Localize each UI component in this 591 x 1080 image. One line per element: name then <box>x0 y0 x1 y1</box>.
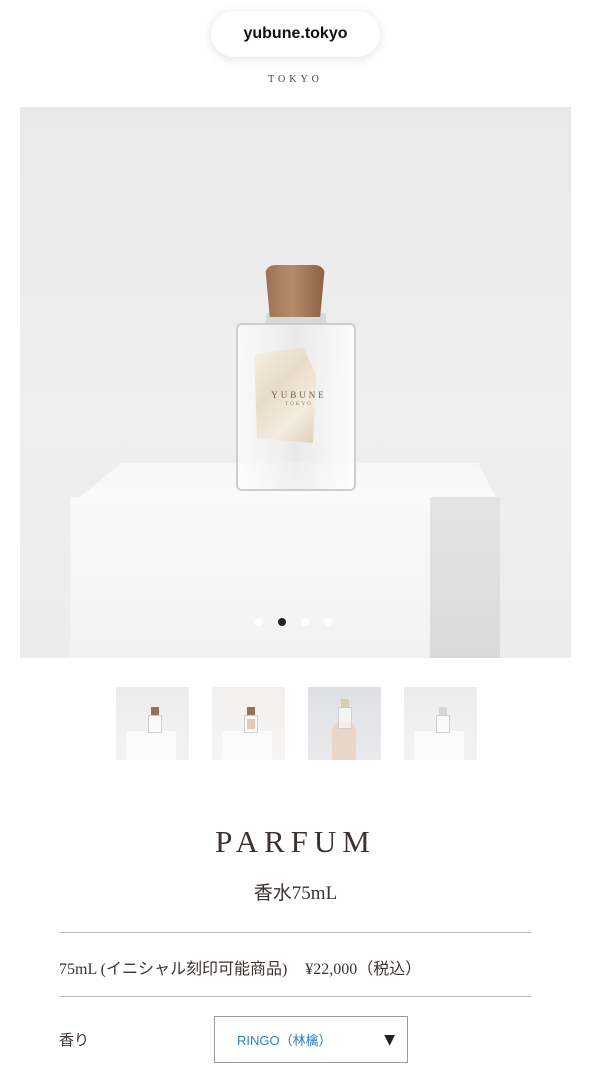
carousel-dot-active[interactable] <box>278 618 286 626</box>
bottle-cap <box>265 265 325 317</box>
url-text: yubune.tokyo <box>243 25 348 42</box>
chevron-down-icon: ▼ <box>384 1031 395 1048</box>
thumbnail-2[interactable] <box>212 687 285 760</box>
brand-tagline: TOKYO <box>268 74 323 85</box>
thumbnail-4[interactable] <box>404 687 477 760</box>
thumbnail-1[interactable] <box>116 687 189 760</box>
product-title: PARFUM <box>215 824 376 859</box>
variant-text: 75mL (イニシャル刻印可能商品) <box>59 961 288 978</box>
price-text: ¥22,000（税込） <box>305 961 422 978</box>
product-image-carousel[interactable]: YUBUNE TOKYO <box>20 107 571 658</box>
pedestal-front <box>70 497 430 658</box>
carousel-dot[interactable] <box>255 618 263 626</box>
thumbnail-strip <box>116 687 477 760</box>
carousel-dots <box>255 618 332 626</box>
carousel-dot[interactable] <box>324 618 332 626</box>
bottle-label-text: YUBUNE <box>271 390 327 400</box>
scent-label: 香り <box>59 1033 90 1049</box>
scent-select[interactable]: RINGO（林檎） ▼ <box>214 1016 408 1063</box>
divider <box>59 996 531 997</box>
bottle-label-subtext: TOKYO <box>285 402 313 407</box>
divider <box>59 932 531 933</box>
thumbnail-3[interactable] <box>308 687 381 760</box>
carousel-dot[interactable] <box>301 618 309 626</box>
pedestal-side <box>430 497 500 658</box>
product-subtitle: 香水75mL <box>253 883 338 904</box>
url-bar[interactable]: yubune.tokyo <box>211 11 380 57</box>
price-row: 75mL (イニシャル刻印可能商品) ¥22,000（税込） <box>59 955 539 979</box>
scent-select-value: RINGO（林檎） <box>237 1033 332 1048</box>
